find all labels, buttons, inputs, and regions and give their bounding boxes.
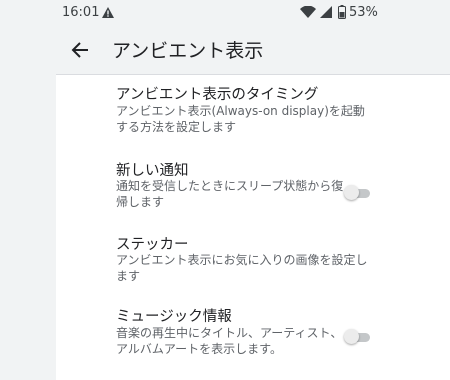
setting-music-info[interactable]: ミュージック情報 音楽の再生中にタイトル、アーティスト、アルバムアートを表示しま… — [56, 293, 450, 380]
setting-ambient-timing[interactable]: アンビエント表示のタイミング アンビエント表示(Always-on displa… — [56, 75, 450, 147]
setting-title: 新しい通知 — [116, 163, 189, 179]
setting-summary: アンビエント表示にお気に入りの画像を設定します — [116, 253, 368, 283]
toggle-thumb — [344, 329, 359, 344]
setting-sticker[interactable]: ステッカー アンビエント表示にお気に入りの画像を設定します — [56, 223, 450, 293]
setting-new-notifications[interactable]: 新しい通知 通知を受信したときにスリープ状態から復帰します — [56, 147, 450, 223]
settings-list: アンビエント表示のタイミング アンビエント表示(Always-on displa… — [56, 75, 450, 380]
wifi-icon — [300, 6, 316, 18]
settings-screen: 16:01 53% アンビエント表示 アンビエント表示のタイミング アンビエント… — [0, 0, 450, 380]
setting-summary: 音楽の再生中にタイトル、アーティスト、アルバムアートを表示します。 — [116, 326, 343, 356]
signal-icon — [320, 6, 332, 18]
setting-title: ステッカー — [116, 237, 189, 253]
status-bar: 16:01 53% — [0, 0, 450, 26]
status-time: 16:01 — [62, 5, 100, 20]
setting-summary: 通知を受信したときにスリープ状態から復帰します — [116, 179, 344, 209]
battery-icon — [338, 5, 346, 19]
page-title: アンビエント表示 — [112, 40, 264, 62]
music-info-toggle[interactable] — [344, 329, 372, 344]
setting-title: ミュージック情報 — [116, 309, 232, 325]
app-bar: アンビエント表示 — [0, 26, 450, 74]
setting-title: アンビエント表示のタイミング — [116, 87, 319, 103]
battery-percentage: 53% — [349, 5, 378, 20]
arrow-back-icon — [71, 42, 88, 58]
back-button[interactable] — [64, 34, 96, 66]
new-notifications-toggle[interactable] — [344, 185, 372, 200]
setting-summary: アンビエント表示(Always-on display)を起動する方法を設定します — [116, 104, 365, 134]
warning-icon — [102, 7, 114, 18]
toggle-thumb — [344, 185, 359, 200]
